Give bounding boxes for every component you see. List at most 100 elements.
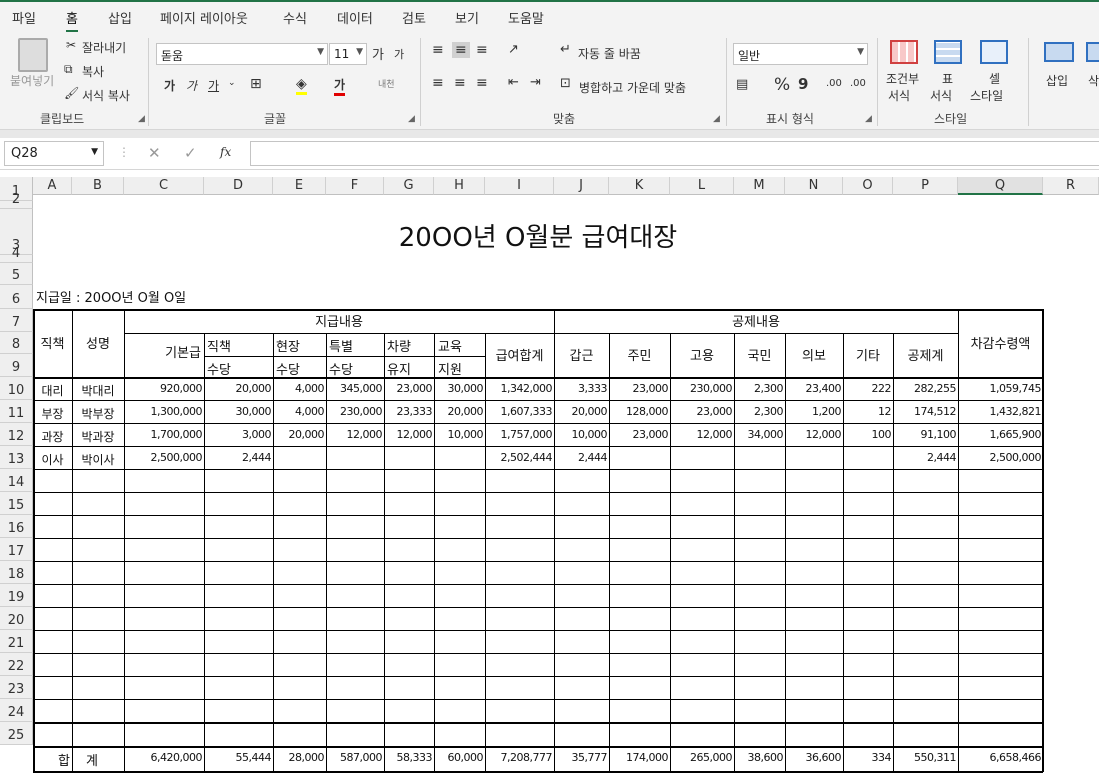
tab-page-layout[interactable]: 페이지 레이아웃 (160, 8, 248, 27)
fill-color-icon[interactable]: ◈ (296, 76, 307, 95)
align-left-icon[interactable]: ≡ (432, 75, 444, 91)
header-net-pay[interactable]: 차감수령액 (958, 311, 1043, 379)
row-header-6[interactable]: 6 (0, 285, 33, 309)
cell-amount[interactable]: 30,000 (434, 382, 485, 400)
row-header-22[interactable]: 22 (0, 653, 33, 676)
cell-amount[interactable]: 10,000 (554, 428, 609, 446)
orientation-icon[interactable]: ↗ (508, 42, 519, 57)
cell-amount[interactable]: 128,000 (609, 405, 670, 423)
total-label-1[interactable]: 합 (58, 750, 70, 769)
cell-amount[interactable]: 3,333 (554, 382, 609, 400)
cell-amount[interactable]: 174,512 (893, 405, 958, 423)
format-painter-button[interactable]: 서식 복사 (82, 87, 130, 104)
cell-amount[interactable]: 1,665,900 (958, 428, 1043, 446)
header-position[interactable]: 직책 (33, 311, 72, 379)
increase-indent-icon[interactable]: ⇥ (530, 75, 541, 90)
row-header-10[interactable]: 10 (0, 377, 33, 400)
column-header-E[interactable]: E (273, 177, 326, 195)
cell-amount[interactable]: 23,000 (609, 382, 670, 400)
row-header-7[interactable]: 7 (0, 309, 33, 332)
cell-amount[interactable] (384, 451, 434, 469)
border-icon[interactable]: ⊞ (250, 76, 262, 92)
tab-home[interactable]: 홈 (66, 8, 78, 33)
column-header-Q[interactable]: Q (958, 177, 1043, 195)
header-pension[interactable]: 국민 (734, 334, 785, 379)
header-car1[interactable]: 차량 (387, 336, 411, 355)
row-header-13[interactable]: 13 (0, 446, 33, 469)
font-size-select[interactable]: 11 ▼ (329, 43, 367, 65)
grow-font-button[interactable]: 가 (372, 44, 384, 63)
header-pos2[interactable]: 수당 (207, 359, 231, 378)
header-pos1[interactable]: 직책 (207, 336, 231, 355)
cell-amount[interactable]: 100 (843, 428, 893, 446)
cell-position[interactable]: 이사 (33, 451, 72, 469)
header-site1[interactable]: 현장 (276, 336, 300, 355)
conditional-format-icon[interactable] (890, 40, 918, 64)
header-income-tax[interactable]: 갑근 (554, 334, 609, 379)
chevron-down-icon[interactable]: ⌄ (228, 78, 236, 88)
header-resident-tax[interactable]: 주민 (609, 334, 670, 379)
column-header-K[interactable]: K (609, 177, 670, 195)
row-header-25[interactable]: 25 (0, 722, 33, 745)
row-header-12[interactable]: 12 (0, 423, 33, 446)
header-name[interactable]: 성명 (72, 311, 124, 379)
percent-button[interactable]: % (774, 75, 790, 95)
cell-amount[interactable] (609, 451, 670, 469)
cell-amount[interactable]: 222 (843, 382, 893, 400)
total-amount[interactable]: 60,000 (434, 751, 485, 769)
total-amount[interactable]: 7,208,777 (485, 751, 554, 769)
format-table-label1[interactable]: 표 (942, 70, 953, 87)
cell-amount[interactable] (273, 451, 326, 469)
cell-amount[interactable]: 23,000 (384, 382, 434, 400)
sheet-title[interactable]: 20OO년 O월분 급여대장 (33, 195, 1043, 257)
total-amount[interactable]: 28,000 (273, 751, 326, 769)
cell-amount[interactable]: 1,432,821 (958, 405, 1043, 423)
cell-amount[interactable]: 1,200 (785, 405, 843, 423)
delete-cells-icon[interactable] (1086, 42, 1099, 62)
column-header-D[interactable]: D (204, 177, 273, 195)
format-painter-icon[interactable]: 🖌 (64, 86, 79, 100)
cell-amount[interactable]: 2,500,000 (124, 451, 204, 469)
cell-name[interactable]: 박과장 (72, 428, 124, 446)
cell-amount[interactable]: 12 (843, 405, 893, 423)
total-amount[interactable]: 36,600 (785, 751, 843, 769)
row-header-15[interactable]: 15 (0, 492, 33, 515)
column-header-C[interactable]: C (124, 177, 204, 195)
row-header-19[interactable]: 19 (0, 584, 33, 607)
cell-position[interactable]: 부장 (33, 405, 72, 423)
bold-button[interactable]: 가 (164, 77, 175, 94)
row-header-14[interactable]: 14 (0, 469, 33, 492)
launcher-icon[interactable]: ◢ (865, 114, 872, 124)
cell-styles-label1[interactable]: 셀 (989, 70, 1000, 87)
pay-date[interactable]: 지급일 : 20OO년 O월 O일 (36, 287, 336, 307)
row-header-21[interactable]: 21 (0, 630, 33, 653)
cell-amount[interactable]: 23,000 (609, 428, 670, 446)
total-amount[interactable]: 334 (843, 751, 893, 769)
total-amount[interactable]: 38,600 (734, 751, 785, 769)
cell-amount[interactable]: 345,000 (326, 382, 384, 400)
cell-amount[interactable]: 1,700,000 (124, 428, 204, 446)
header-site2[interactable]: 수당 (276, 359, 300, 378)
total-amount[interactable]: 174,000 (609, 751, 670, 769)
cell-amount[interactable]: 23,333 (384, 405, 434, 423)
align-top-icon[interactable]: ≡ (432, 42, 444, 58)
cell-amount[interactable]: 1,300,000 (124, 405, 204, 423)
tab-review[interactable]: 검토 (402, 8, 426, 27)
cell-amount[interactable] (670, 451, 734, 469)
cell-name[interactable]: 박이사 (72, 451, 124, 469)
row-header-2[interactable]: 2 (0, 192, 33, 209)
total-amount[interactable]: 6,420,000 (124, 751, 204, 769)
align-center-icon[interactable]: ≡ (454, 75, 466, 91)
tab-file[interactable]: 파일 (12, 8, 36, 27)
cell-amount[interactable]: 30,000 (204, 405, 273, 423)
cell-amount[interactable]: 10,000 (434, 428, 485, 446)
tab-data[interactable]: 데이터 (337, 8, 373, 27)
column-header-O[interactable]: O (843, 177, 893, 195)
conditional-format-label2[interactable]: 서식 (888, 87, 910, 104)
column-header-P[interactable]: P (893, 177, 958, 195)
cell-name[interactable]: 박부장 (72, 405, 124, 423)
total-amount[interactable]: 6,658,466 (958, 751, 1043, 769)
cell-amount[interactable]: 282,255 (893, 382, 958, 400)
decrease-decimal-button[interactable]: .00 (850, 78, 866, 89)
tab-help[interactable]: 도움말 (508, 8, 544, 27)
